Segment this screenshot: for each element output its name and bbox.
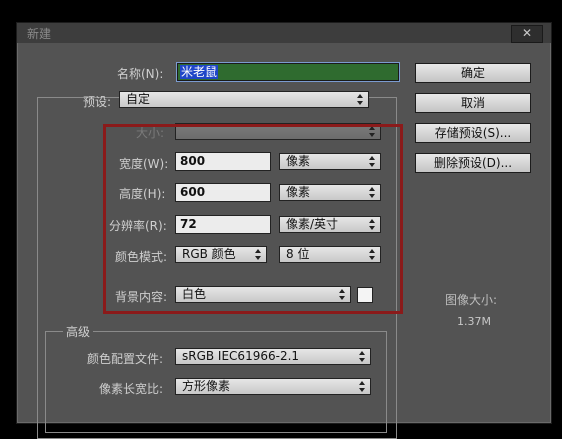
preset-select[interactable]: 自定 bbox=[119, 91, 369, 108]
color-profile-label: 颜色配置文件: bbox=[87, 352, 164, 366]
pixel-aspect-label: 像素长宽比: bbox=[99, 382, 164, 396]
cancel-button[interactable]: 取消 bbox=[415, 93, 531, 113]
dropdown-arrow-icon bbox=[359, 381, 366, 393]
pixel-aspect-select[interactable]: 方形像素 bbox=[175, 378, 371, 395]
name-input[interactable]: 米老鼠 bbox=[177, 63, 399, 81]
new-document-dialog: 新建 ✕ 名称(N): 米老鼠 预设: 自定 大小: 宽度(W): 800 像素… bbox=[16, 22, 552, 439]
dialog-title: 新建 bbox=[27, 27, 52, 41]
dropdown-arrow-icon bbox=[357, 94, 364, 106]
delete-preset-button[interactable]: 删除预设(D)... bbox=[415, 153, 531, 173]
close-icon: ✕ bbox=[521, 26, 533, 40]
advanced-title: 高级 bbox=[63, 323, 94, 340]
save-preset-button[interactable]: 存储预设(S)... bbox=[415, 123, 531, 143]
color-profile-select[interactable]: sRGB IEC61966-2.1 bbox=[175, 348, 371, 365]
ok-button[interactable]: 确定 bbox=[415, 63, 531, 83]
close-button[interactable]: ✕ bbox=[511, 25, 543, 43]
color-profile-value: sRGB IEC61966-2.1 bbox=[182, 349, 300, 363]
highlight-box bbox=[103, 124, 403, 314]
image-size-label: 图像大小: bbox=[445, 293, 498, 307]
image-size-value: 1.37M bbox=[457, 315, 491, 328]
dropdown-arrow-icon bbox=[359, 351, 366, 363]
name-label: 名称(N): bbox=[117, 67, 164, 81]
pixel-aspect-value: 方形像素 bbox=[182, 379, 231, 393]
title-bar: 新建 ✕ bbox=[17, 23, 551, 43]
preset-select-value: 自定 bbox=[126, 92, 151, 106]
name-input-value: 米老鼠 bbox=[180, 65, 219, 79]
preset-label: 预设: bbox=[83, 95, 112, 109]
